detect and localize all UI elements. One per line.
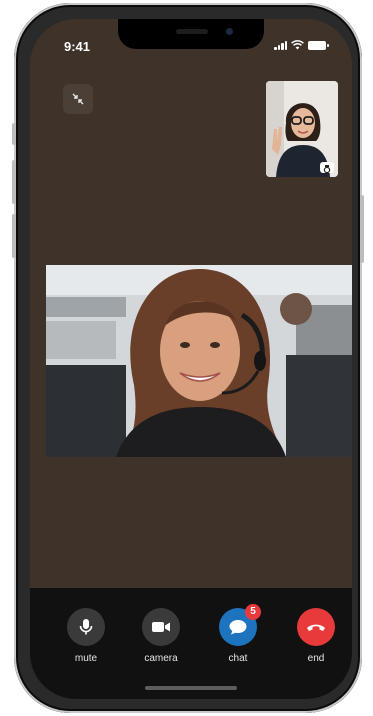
battery-icon bbox=[308, 41, 329, 50]
end-call-icon bbox=[307, 624, 325, 631]
switch-camera-button[interactable] bbox=[320, 162, 334, 174]
notch bbox=[118, 19, 264, 49]
minimize-call-button[interactable] bbox=[63, 84, 93, 114]
chat-label: chat bbox=[228, 653, 248, 664]
call-screen: 9:41 mute camera 5 chat end bbox=[30, 19, 352, 699]
control-chat: 5 chat bbox=[208, 604, 268, 664]
microphone-icon bbox=[79, 619, 93, 635]
self-view-video[interactable] bbox=[266, 81, 338, 177]
status-icons bbox=[274, 40, 329, 50]
end-call-button[interactable] bbox=[297, 608, 335, 646]
silent-switch bbox=[12, 123, 16, 145]
remote-participant-video bbox=[46, 265, 352, 457]
home-indicator[interactable] bbox=[145, 686, 237, 690]
mute-label: mute bbox=[74, 653, 98, 664]
camera-flip-icon bbox=[323, 165, 331, 174]
wifi-icon bbox=[291, 40, 304, 50]
earpiece-speaker bbox=[176, 29, 208, 34]
power-button bbox=[360, 195, 364, 263]
status-time: 9:41 bbox=[64, 39, 91, 54]
front-camera bbox=[226, 28, 233, 35]
mute-button[interactable] bbox=[67, 608, 105, 646]
volume-down-button bbox=[12, 214, 16, 258]
control-camera: camera bbox=[131, 608, 191, 664]
volume-up-button bbox=[12, 160, 16, 204]
video-camera-icon bbox=[152, 622, 170, 632]
call-controls-bar: mute camera 5 chat end bbox=[30, 588, 352, 699]
chat-bubble-icon bbox=[229, 620, 247, 635]
camera-label: camera bbox=[144, 653, 178, 664]
chat-button[interactable]: 5 bbox=[219, 604, 261, 646]
control-mute: mute bbox=[56, 608, 116, 664]
remote-participant-person bbox=[46, 265, 352, 457]
camera-button[interactable] bbox=[142, 608, 180, 646]
unread-message-badge: 5 bbox=[245, 604, 261, 620]
end-label: end bbox=[307, 653, 325, 664]
control-end: end bbox=[286, 608, 346, 664]
cellular-signal-icon bbox=[274, 40, 287, 50]
minimize-arrows-icon bbox=[72, 93, 84, 105]
